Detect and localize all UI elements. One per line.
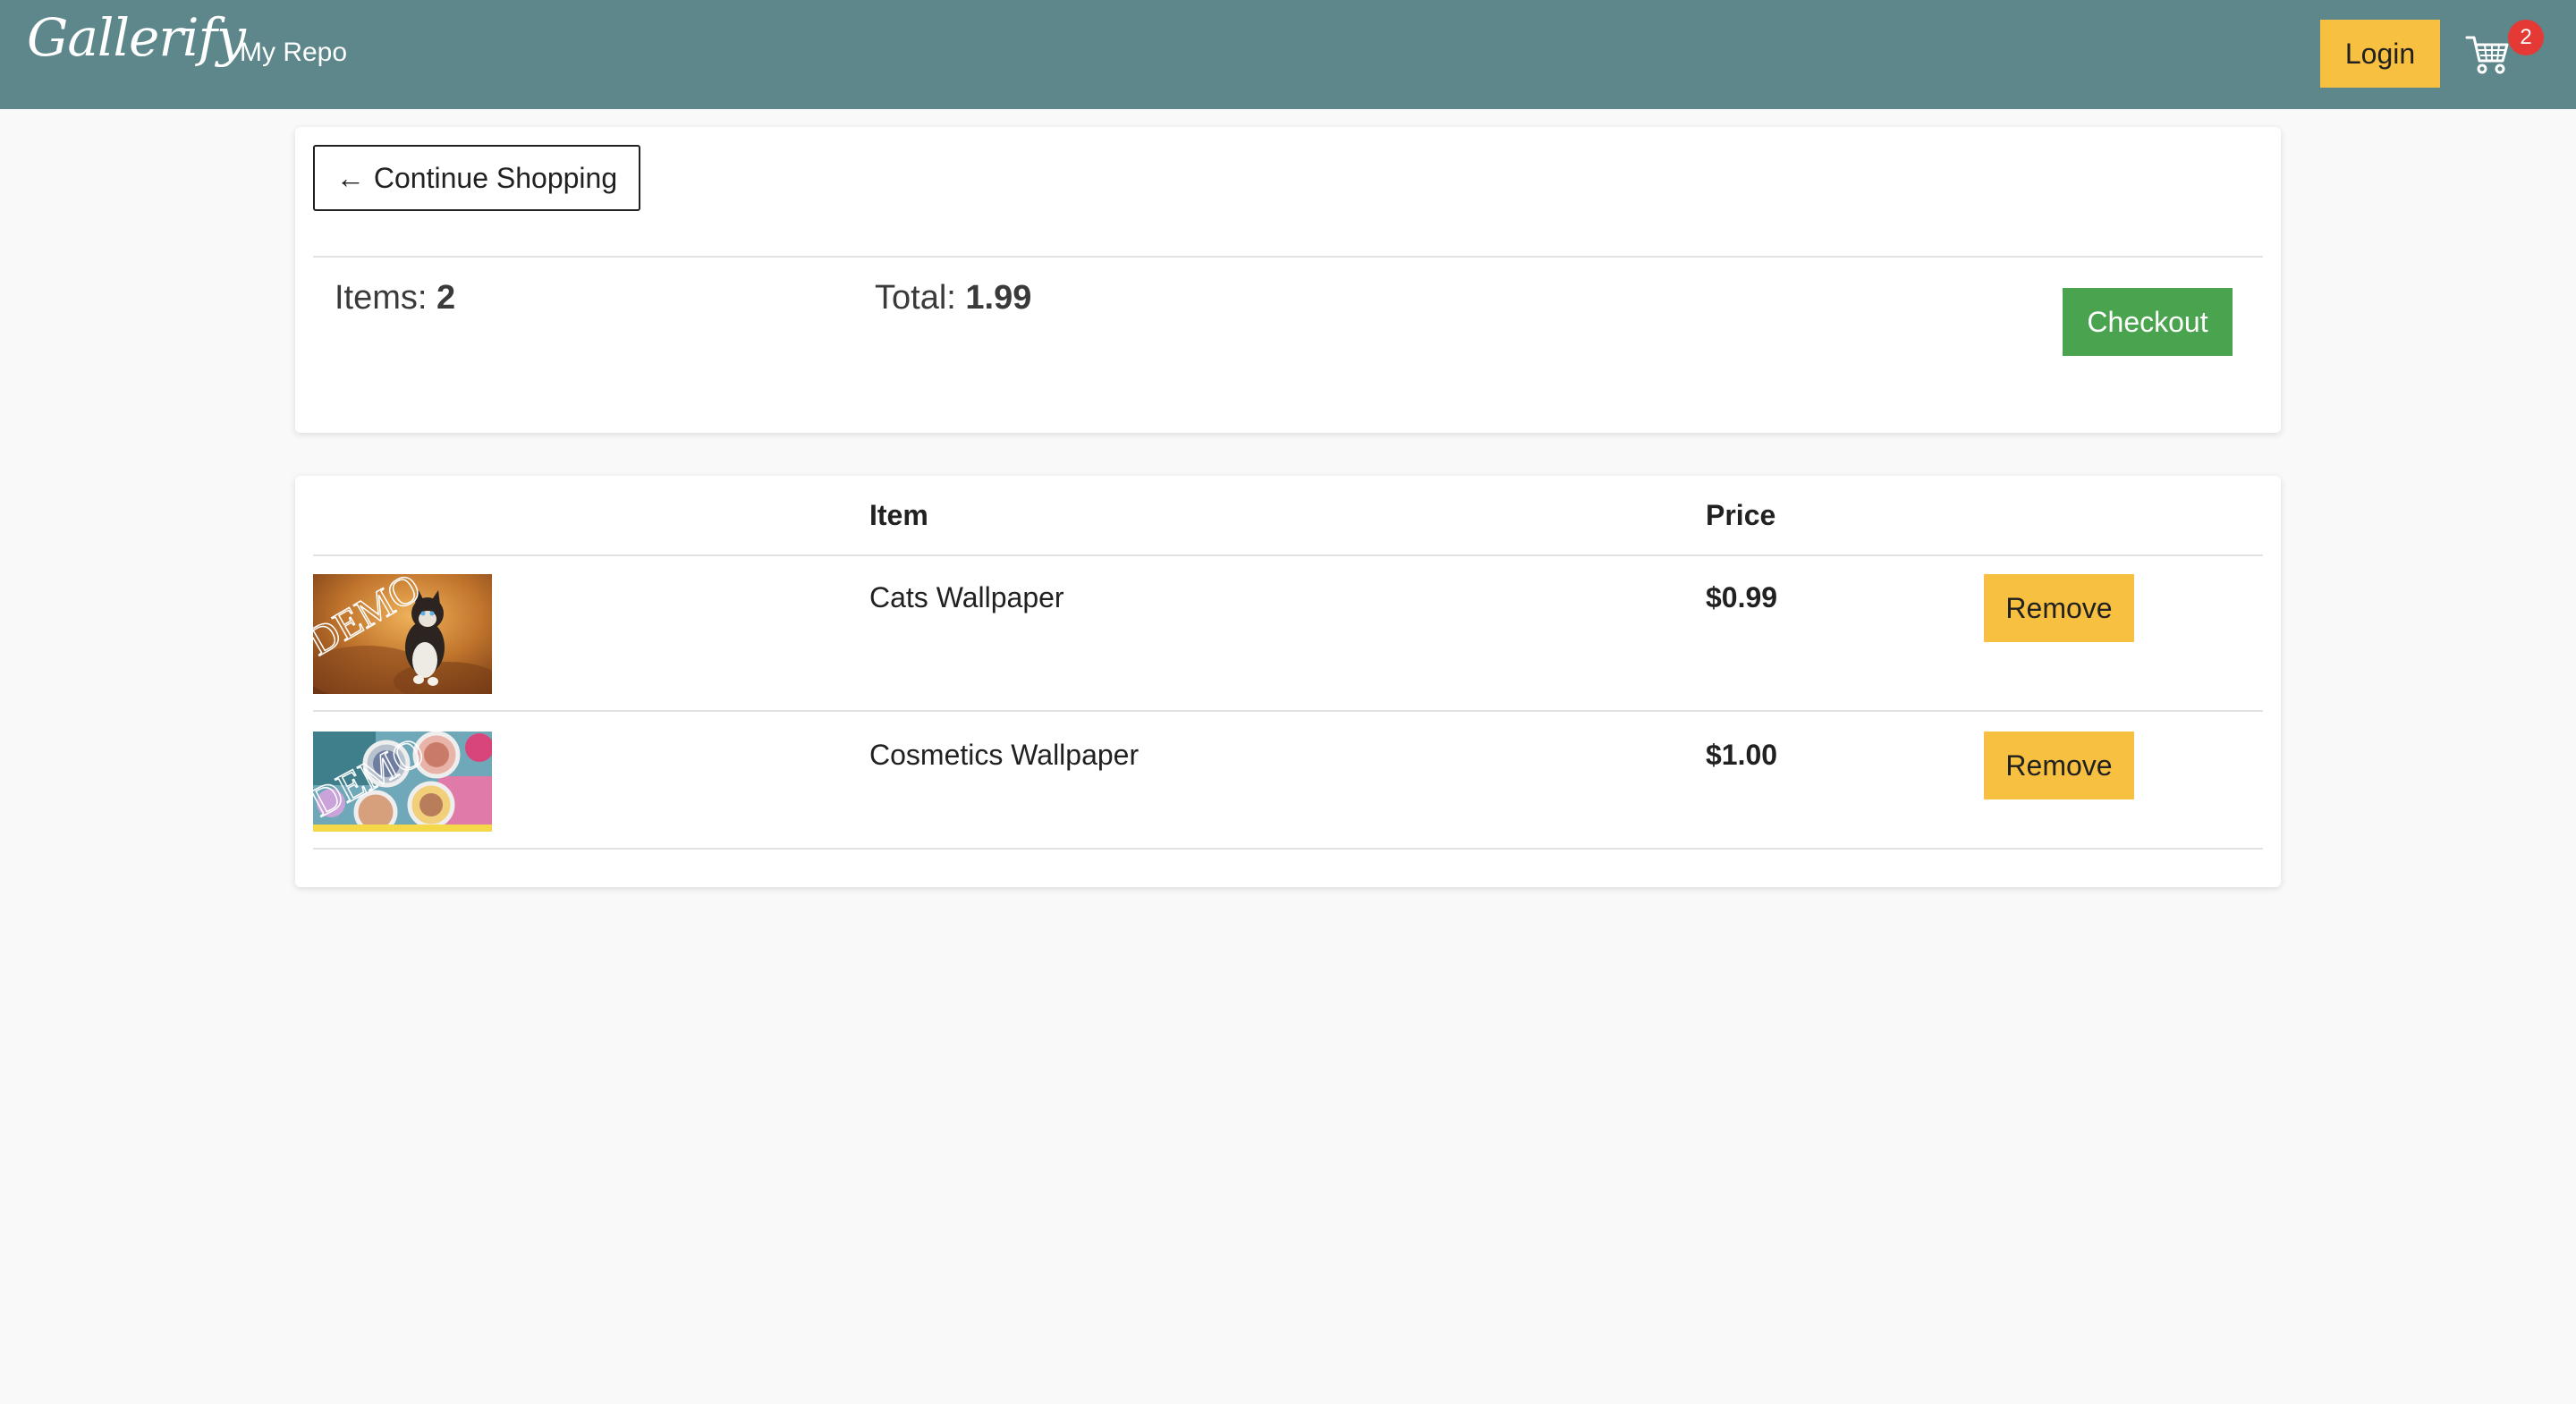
items-count-value: 2 <box>436 279 456 317</box>
items-count: Items: 2 <box>335 279 455 317</box>
nav-link-my-repo[interactable]: My Repo <box>240 38 347 68</box>
demo-watermark: DEMO <box>313 574 428 664</box>
divider <box>313 256 2263 258</box>
row-divider <box>313 848 2263 850</box>
item-price: $1.00 <box>1706 739 1778 771</box>
item-thumbnail-cats: DEMO <box>313 574 492 694</box>
remove-button[interactable]: Remove <box>1984 732 2134 799</box>
shopping-cart-icon[interactable] <box>2465 34 2510 75</box>
item-thumbnail-cosmetics: DEMO <box>313 732 492 832</box>
column-header-item: Item <box>869 499 928 531</box>
cart-items-table: Item Price DEMO Cats Wallpaper $0.99 Rem… <box>295 476 2281 887</box>
items-count-label: Items: <box>335 279 437 317</box>
table-row: DEMO Cats Wallpaper $0.99 Remove <box>295 556 2281 712</box>
table-row: DEMO Cosmetics Wallpaper $1.00 Remove <box>295 714 2281 850</box>
item-price: $0.99 <box>1706 581 1778 613</box>
row-divider <box>313 710 2263 712</box>
cart-total-value: 1.99 <box>965 279 1032 317</box>
cart-summary-card: ← Continue Shopping Items: 2 Total: 1.99… <box>295 127 2281 433</box>
remove-button[interactable]: Remove <box>1984 574 2134 642</box>
column-header-price: Price <box>1706 499 1776 531</box>
demo-watermark: DEMO <box>313 732 431 825</box>
brand-logo[interactable]: Gallerify <box>27 7 246 68</box>
continue-shopping-label: Continue Shopping <box>373 161 618 194</box>
cart-total: Total: 1.99 <box>875 279 1031 317</box>
item-name: Cats Wallpaper <box>869 581 1064 613</box>
cart-count-badge: 2 <box>2508 20 2544 55</box>
login-button[interactable]: Login <box>2320 20 2440 88</box>
continue-shopping-button[interactable]: ← Continue Shopping <box>313 145 640 211</box>
checkout-button[interactable]: Checkout <box>2063 288 2233 356</box>
top-navbar: Gallerify My Repo Login 2 <box>0 0 2576 109</box>
item-name: Cosmetics Wallpaper <box>869 739 1140 771</box>
cart-total-label: Total: <box>875 279 966 317</box>
arrow-left-icon: ← <box>335 161 365 194</box>
